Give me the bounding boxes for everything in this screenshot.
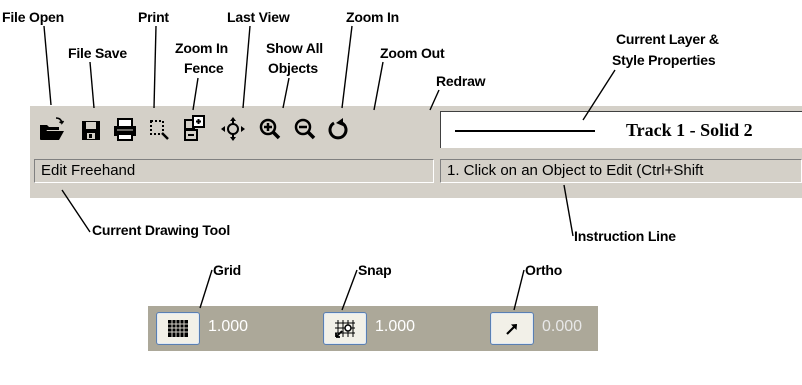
leader-show-all — [282, 77, 290, 109]
leader-snap — [341, 269, 358, 311]
leader-zoom-in — [341, 25, 353, 109]
leader-file-save — [89, 61, 95, 109]
leader-zoom-out — [373, 61, 384, 111]
leader-instruction-line — [563, 184, 574, 237]
leader-redraw — [429, 89, 440, 111]
leader-zoom-in-fence — [192, 77, 199, 111]
leader-lines — [43, 25, 616, 311]
leader-current-tool — [61, 189, 91, 233]
leader-file-open — [43, 25, 52, 106]
leader-ortho — [513, 269, 525, 311]
leader-print — [153, 25, 157, 109]
leader-current-layer — [582, 69, 616, 121]
leader-last-view — [242, 25, 251, 109]
leader-grid — [199, 269, 213, 309]
